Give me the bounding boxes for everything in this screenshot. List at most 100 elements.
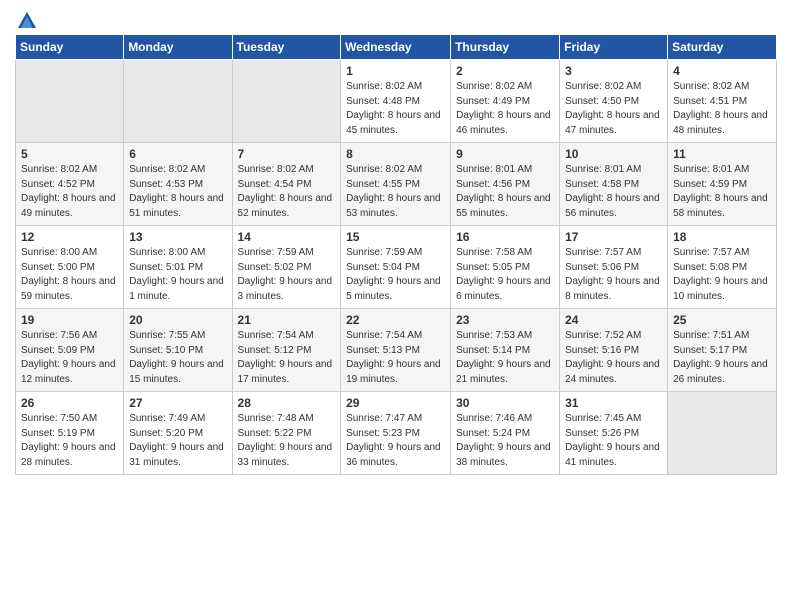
day-info: Sunrise: 7:52 AMSunset: 5:16 PMDaylight:…: [565, 329, 662, 387]
day-number: 2: [456, 64, 554, 78]
logo-block: [15, 10, 39, 28]
calendar-cell: 9 Sunrise: 8:01 AMSunset: 4:56 PMDaylight…: [451, 143, 560, 226]
day-number: 1: [346, 64, 445, 78]
calendar-cell: 3 Sunrise: 8:02 AMSunset: 4:50 PMDaylight…: [560, 60, 668, 143]
day-number: 16: [456, 230, 554, 244]
calendar-cell: 13 Sunrise: 8:00 AMSunset: 5:01 PMDayligh…: [124, 226, 232, 309]
day-number: 21: [238, 313, 336, 327]
day-number: 6: [129, 147, 226, 161]
day-of-week-header: Tuesday: [232, 35, 341, 60]
calendar-cell: 23 Sunrise: 7:53 AMSunset: 5:14 PMDayligh…: [451, 309, 560, 392]
calendar-cell: 25 Sunrise: 7:51 AMSunset: 5:17 PMDayligh…: [668, 309, 777, 392]
day-number: 28: [238, 396, 336, 410]
day-info: Sunrise: 7:59 AMSunset: 5:04 PMDaylight:…: [346, 246, 445, 304]
calendar-cell: 28 Sunrise: 7:48 AMSunset: 5:22 PMDayligh…: [232, 392, 341, 475]
day-info: Sunrise: 8:02 AMSunset: 4:48 PMDaylight:…: [346, 80, 445, 138]
day-number: 7: [238, 147, 336, 161]
calendar-cell: 5 Sunrise: 8:02 AMSunset: 4:52 PMDaylight…: [16, 143, 124, 226]
calendar-cell: 21 Sunrise: 7:54 AMSunset: 5:12 PMDayligh…: [232, 309, 341, 392]
day-info: Sunrise: 7:57 AMSunset: 5:08 PMDaylight:…: [673, 246, 771, 304]
day-number: 3: [565, 64, 662, 78]
day-info: Sunrise: 7:51 AMSunset: 5:17 PMDaylight:…: [673, 329, 771, 387]
day-info: Sunrise: 7:53 AMSunset: 5:14 PMDaylight:…: [456, 329, 554, 387]
calendar-cell: 19 Sunrise: 7:56 AMSunset: 5:09 PMDayligh…: [16, 309, 124, 392]
day-info: Sunrise: 8:02 AMSunset: 4:51 PMDaylight:…: [673, 80, 771, 138]
day-info: Sunrise: 7:48 AMSunset: 5:22 PMDaylight:…: [238, 412, 336, 470]
day-of-week-header: Sunday: [16, 35, 124, 60]
day-number: 14: [238, 230, 336, 244]
day-info: Sunrise: 7:55 AMSunset: 5:10 PMDaylight:…: [129, 329, 226, 387]
calendar-cell: 2 Sunrise: 8:02 AMSunset: 4:49 PMDaylight…: [451, 60, 560, 143]
day-of-week-header: Monday: [124, 35, 232, 60]
day-info: Sunrise: 8:02 AMSunset: 4:50 PMDaylight:…: [565, 80, 662, 138]
day-number: 17: [565, 230, 662, 244]
day-info: Sunrise: 7:49 AMSunset: 5:20 PMDaylight:…: [129, 412, 226, 470]
day-info: Sunrise: 7:56 AMSunset: 5:09 PMDaylight:…: [21, 329, 118, 387]
day-number: 4: [673, 64, 771, 78]
calendar-cell: [16, 60, 124, 143]
day-info: Sunrise: 7:54 AMSunset: 5:13 PMDaylight:…: [346, 329, 445, 387]
day-info: Sunrise: 7:59 AMSunset: 5:02 PMDaylight:…: [238, 246, 336, 304]
calendar-cell: 10Sunrise: 8:01 AMSunset: 4:58 PMDayligh…: [560, 143, 668, 226]
day-number: 29: [346, 396, 445, 410]
day-number: 12: [21, 230, 118, 244]
calendar-cell: 7 Sunrise: 8:02 AMSunset: 4:54 PMDaylight…: [232, 143, 341, 226]
day-number: 25: [673, 313, 771, 327]
day-number: 27: [129, 396, 226, 410]
calendar-cell: 20 Sunrise: 7:55 AMSunset: 5:10 PMDayligh…: [124, 309, 232, 392]
day-info: Sunrise: 7:54 AMSunset: 5:12 PMDaylight:…: [238, 329, 336, 387]
day-info: Sunrise: 7:50 AMSunset: 5:19 PMDaylight:…: [21, 412, 118, 470]
calendar-cell: 15 Sunrise: 7:59 AMSunset: 5:04 PMDayligh…: [341, 226, 451, 309]
calendar-cell: 22 Sunrise: 7:54 AMSunset: 5:13 PMDayligh…: [341, 309, 451, 392]
calendar-cell: 1 Sunrise: 8:02 AMSunset: 4:48 PMDaylight…: [341, 60, 451, 143]
calendar-cell: 26 Sunrise: 7:50 AMSunset: 5:19 PMDayligh…: [16, 392, 124, 475]
calendar-cell: 6 Sunrise: 8:02 AMSunset: 4:53 PMDaylight…: [124, 143, 232, 226]
day-number: 26: [21, 396, 118, 410]
day-info: Sunrise: 8:02 AMSunset: 4:49 PMDaylight:…: [456, 80, 554, 138]
day-of-week-header: Saturday: [668, 35, 777, 60]
day-number: 20: [129, 313, 226, 327]
header: [15, 10, 777, 28]
day-of-week-header: Wednesday: [341, 35, 451, 60]
day-info: Sunrise: 8:02 AMSunset: 4:53 PMDaylight:…: [129, 163, 226, 221]
logo-icon: [16, 10, 38, 32]
day-info: Sunrise: 7:46 AMSunset: 5:24 PMDaylight:…: [456, 412, 554, 470]
day-info: Sunrise: 8:02 AMSunset: 4:54 PMDaylight:…: [238, 163, 336, 221]
day-number: 22: [346, 313, 445, 327]
day-info: Sunrise: 8:02 AMSunset: 4:55 PMDaylight:…: [346, 163, 445, 221]
calendar-cell: 11 Sunrise: 8:01 AMSunset: 4:59 PMDayligh…: [668, 143, 777, 226]
day-number: 15: [346, 230, 445, 244]
day-info: Sunrise: 8:01 AMSunset: 4:59 PMDaylight:…: [673, 163, 771, 221]
calendar-cell: 31 Sunrise: 7:45 AMSunset: 5:26 PMDayligh…: [560, 392, 668, 475]
day-info: Sunrise: 8:02 AMSunset: 4:52 PMDaylight:…: [21, 163, 118, 221]
calendar-cell: 8 Sunrise: 8:02 AMSunset: 4:55 PMDaylight…: [341, 143, 451, 226]
day-number: 10: [565, 147, 662, 161]
day-number: 5: [21, 147, 118, 161]
day-info: Sunrise: 7:58 AMSunset: 5:05 PMDaylight:…: [456, 246, 554, 304]
day-info: Sunrise: 8:00 AMSunset: 5:01 PMDaylight:…: [129, 246, 226, 304]
day-number: 19: [21, 313, 118, 327]
day-info: Sunrise: 7:57 AMSunset: 5:06 PMDaylight:…: [565, 246, 662, 304]
logo: [15, 10, 39, 28]
calendar-table: SundayMondayTuesdayWednesdayThursdayFrid…: [15, 34, 777, 475]
calendar-cell: 14 Sunrise: 7:59 AMSunset: 5:02 PMDayligh…: [232, 226, 341, 309]
day-number: 30: [456, 396, 554, 410]
day-number: 31: [565, 396, 662, 410]
day-number: 23: [456, 313, 554, 327]
calendar-cell: 16 Sunrise: 7:58 AMSunset: 5:05 PMDayligh…: [451, 226, 560, 309]
calendar-cell: 24Sunrise: 7:52 AMSunset: 5:16 PMDayligh…: [560, 309, 668, 392]
day-number: 8: [346, 147, 445, 161]
calendar-cell: [232, 60, 341, 143]
day-info: Sunrise: 7:47 AMSunset: 5:23 PMDaylight:…: [346, 412, 445, 470]
day-info: Sunrise: 7:45 AMSunset: 5:26 PMDaylight:…: [565, 412, 662, 470]
page-container: SundayMondayTuesdayWednesdayThursdayFrid…: [0, 0, 792, 485]
day-of-week-header: Friday: [560, 35, 668, 60]
day-number: 13: [129, 230, 226, 244]
calendar-cell: 27 Sunrise: 7:49 AMSunset: 5:20 PMDayligh…: [124, 392, 232, 475]
calendar-cell: 12Sunrise: 8:00 AMSunset: 5:00 PMDayligh…: [16, 226, 124, 309]
calendar-cell: 30 Sunrise: 7:46 AMSunset: 5:24 PMDayligh…: [451, 392, 560, 475]
day-number: 11: [673, 147, 771, 161]
day-number: 9: [456, 147, 554, 161]
calendar-cell: 29 Sunrise: 7:47 AMSunset: 5:23 PMDayligh…: [341, 392, 451, 475]
day-info: Sunrise: 8:01 AMSunset: 4:56 PMDaylight:…: [456, 163, 554, 221]
